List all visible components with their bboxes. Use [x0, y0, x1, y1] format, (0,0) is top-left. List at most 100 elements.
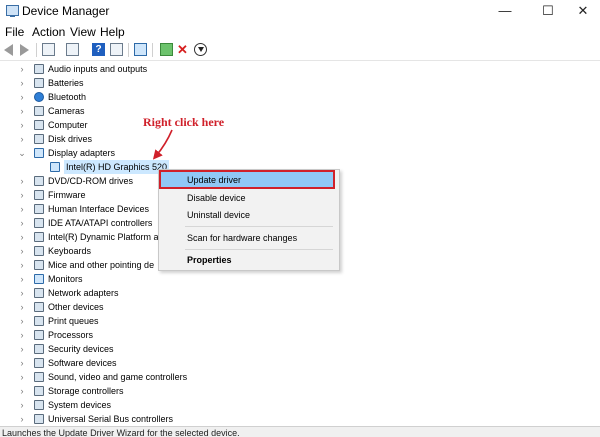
tree-item-label: Computer	[48, 120, 88, 130]
tree-item[interactable]: › System devices	[0, 398, 600, 412]
tree-item-label: Mice and other pointing de	[48, 260, 155, 270]
list-icon[interactable]	[66, 43, 79, 56]
bluetooth-icon	[34, 92, 44, 102]
toolbar-separator	[36, 43, 37, 57]
computer-icon	[34, 120, 44, 130]
enable-device-icon[interactable]	[160, 43, 173, 56]
tree-item-label: Universal Serial Bus controllers	[48, 414, 174, 424]
tree-item-label: Other devices	[48, 302, 104, 312]
view-icon[interactable]	[110, 43, 123, 56]
annotation-arrow	[152, 129, 173, 160]
chevron-right-icon[interactable]: ›	[18, 76, 26, 90]
chevron-right-icon[interactable]: ›	[18, 258, 26, 272]
menu-help[interactable]: Help	[100, 25, 125, 39]
properties-icon[interactable]	[42, 43, 55, 56]
tree-item[interactable]: › Sound, video and game controllers	[0, 370, 600, 384]
menu-bar: File Action View Help	[0, 22, 600, 40]
tree-item-label: Network adapters	[48, 288, 119, 298]
tree-item[interactable]: › Bluetooth	[0, 90, 600, 104]
chevron-right-icon[interactable]: ›	[18, 328, 26, 342]
tree-item[interactable]: › Processors	[0, 328, 600, 342]
ctx-update-driver[interactable]: Update driver	[187, 175, 241, 185]
tree-item[interactable]: › Software devices	[0, 356, 600, 370]
tree-item[interactable]: › Monitors	[0, 272, 600, 286]
chevron-down-icon[interactable]: ⌄	[18, 146, 26, 160]
tree-item-label: Security devices	[48, 344, 114, 354]
disk-icon	[34, 134, 44, 144]
chevron-right-icon[interactable]: ›	[18, 356, 26, 370]
chevron-right-icon[interactable]: ›	[18, 370, 26, 384]
chevron-right-icon[interactable]: ›	[18, 216, 26, 230]
monitor-icon	[50, 162, 60, 172]
processor-icon	[34, 330, 44, 340]
help-icon[interactable]: ?	[92, 43, 105, 56]
ctx-scan-hardware[interactable]: Scan for hardware changes	[187, 233, 297, 243]
update-icon[interactable]	[194, 43, 207, 56]
title-bar: Device Manager — ☐ ✕	[0, 0, 600, 22]
tree-item-label: Display adapters	[48, 148, 116, 158]
forward-icon[interactable]	[20, 44, 29, 56]
chevron-right-icon[interactable]: ›	[18, 230, 26, 244]
chevron-right-icon[interactable]: ›	[18, 272, 26, 286]
maximize-button[interactable]: ☐	[535, 3, 561, 19]
chevron-right-icon[interactable]: ›	[18, 118, 26, 132]
tree-item-label: Keyboards	[48, 246, 92, 256]
chevron-right-icon[interactable]: ›	[18, 132, 26, 146]
minimize-button[interactable]: —	[492, 3, 518, 19]
uninstall-icon[interactable]: ✕	[176, 43, 189, 56]
chevron-right-icon[interactable]: ›	[18, 342, 26, 356]
camera-icon	[34, 106, 44, 116]
context-menu: Update driver Disable device Uninstall d…	[158, 169, 340, 271]
ctx-uninstall-device[interactable]: Uninstall device	[187, 210, 250, 220]
chevron-right-icon[interactable]: ›	[18, 90, 26, 104]
ctx-separator	[185, 249, 333, 250]
menu-file[interactable]: File	[5, 25, 24, 39]
chevron-right-icon[interactable]: ›	[18, 188, 26, 202]
chevron-right-icon[interactable]: ›	[18, 244, 26, 258]
printer-icon	[34, 316, 44, 326]
chevron-right-icon[interactable]: ›	[18, 300, 26, 314]
chip-icon	[34, 232, 44, 242]
tree-item[interactable]: › Disk drives	[0, 132, 600, 146]
tree-item[interactable]: › Network adapters	[0, 286, 600, 300]
tree-item-label: IDE ATA/ATAPI controllers	[48, 218, 153, 228]
tree-item-label: Software devices	[48, 358, 117, 368]
back-icon[interactable]	[4, 44, 13, 56]
storage-icon	[34, 386, 44, 396]
toolbar-separator	[152, 43, 153, 57]
chevron-right-icon[interactable]: ›	[18, 202, 26, 216]
tree-item[interactable]: › Other devices	[0, 300, 600, 314]
chevron-right-icon[interactable]: ›	[18, 286, 26, 300]
tree-item[interactable]: › Storage controllers	[0, 384, 600, 398]
chevron-right-icon[interactable]: ›	[18, 62, 26, 76]
tree-item[interactable]: › Universal Serial Bus controllers	[0, 412, 600, 426]
monitor-icon[interactable]	[134, 43, 147, 56]
tree-item-label: Firmware	[48, 190, 86, 200]
tree-item[interactable]: › Security devices	[0, 342, 600, 356]
chevron-right-icon[interactable]: ›	[18, 174, 26, 188]
ctx-disable-device[interactable]: Disable device	[187, 193, 246, 203]
tree-item[interactable]: › Batteries	[0, 76, 600, 90]
tree-item-label: Storage controllers	[48, 386, 124, 396]
tree-item-label: System devices	[48, 400, 112, 410]
tree-item[interactable]: ⌄ Display adapters	[0, 146, 600, 160]
chevron-right-icon[interactable]: ›	[18, 314, 26, 328]
tree-item[interactable]: › Cameras	[0, 104, 600, 118]
menu-view[interactable]: View	[70, 25, 96, 39]
chevron-right-icon[interactable]: ›	[18, 412, 26, 426]
monitor-icon	[34, 274, 44, 284]
tree-item-label: DVD/CD-ROM drives	[48, 176, 134, 186]
chevron-right-icon[interactable]: ›	[18, 104, 26, 118]
system-icon	[34, 400, 44, 410]
device-manager-icon	[6, 5, 19, 17]
tree-item[interactable]: › Audio inputs and outputs	[0, 62, 600, 76]
tree-item-label: Human Interface Devices	[48, 204, 150, 214]
menu-action[interactable]: Action	[32, 25, 65, 39]
chevron-right-icon[interactable]: ›	[18, 398, 26, 412]
chevron-right-icon[interactable]: ›	[18, 384, 26, 398]
close-button[interactable]: ✕	[570, 3, 596, 19]
tree-item-label: Sound, video and game controllers	[48, 372, 188, 382]
tree-item[interactable]: › Print queues	[0, 314, 600, 328]
tree-item[interactable]: › Computer	[0, 118, 600, 132]
ctx-properties[interactable]: Properties	[187, 255, 232, 265]
